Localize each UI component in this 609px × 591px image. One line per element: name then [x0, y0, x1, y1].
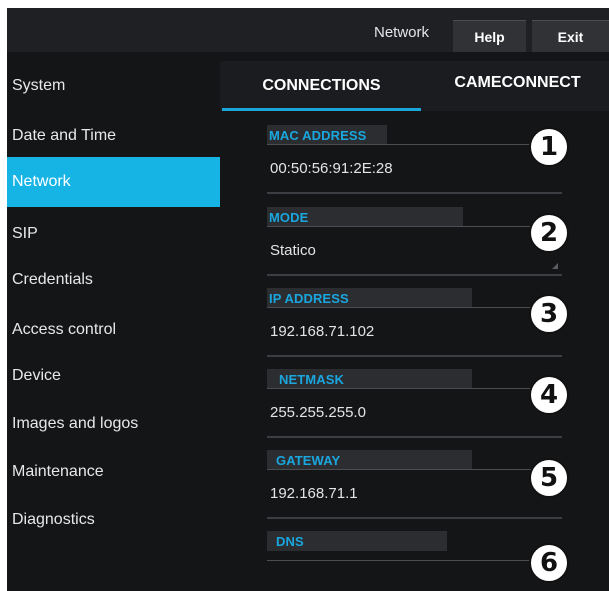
tab-label: CAMECONNECT — [454, 74, 581, 91]
divider — [267, 388, 567, 389]
mac-address-field: MAC ADDRESS 00:50:56:91:2E:28 1 — [267, 119, 569, 197]
help-button[interactable]: Help — [453, 20, 526, 52]
sidebar-item-label: Device — [12, 367, 61, 384]
sidebar-item-credentials[interactable]: Credentials — [7, 257, 220, 303]
ip-address-input[interactable]: IP ADDRESS 192.168.71.102 3 — [267, 282, 569, 360]
field-label: DNS — [276, 534, 304, 549]
divider — [267, 144, 567, 145]
sidebar-item-date-and-time[interactable]: Date and Time — [7, 113, 220, 159]
field-label: GATEWAY — [276, 453, 341, 468]
dns-input[interactable]: DNS 6 — [267, 525, 569, 591]
ip-address-value: 192.168.71.102 — [270, 323, 375, 340]
app-window: Network Help Exit System Date and Time N… — [7, 8, 609, 591]
divider — [267, 307, 567, 308]
callout-badge: 1 — [529, 127, 569, 167]
sidebar-item-label: SIP — [12, 225, 38, 242]
netmask-value: 255.255.255.0 — [270, 404, 366, 421]
divider — [267, 226, 567, 227]
tab-cameconnect[interactable]: CAMECONNECT — [426, 61, 609, 111]
sidebar-item-diagnostics[interactable]: Diagnostics — [7, 497, 220, 543]
connections-form: MAC ADDRESS 00:50:56:91:2E:28 1 MODE Sta… — [220, 111, 609, 591]
tab-label: CONNECTIONS — [262, 77, 381, 94]
divider — [267, 517, 562, 519]
divider — [267, 436, 562, 438]
sidebar-item-access-control[interactable]: Access control — [7, 307, 220, 353]
callout-badge: 4 — [529, 375, 569, 415]
dropdown-corner-icon — [552, 263, 558, 269]
sidebar-item-sip[interactable]: SIP — [7, 211, 220, 257]
netmask-input[interactable]: NETMASK 255.255.255.0 4 — [267, 363, 569, 441]
sidebar-item-label: Maintenance — [12, 463, 104, 480]
sidebar-item-label: Access control — [12, 321, 117, 338]
divider — [267, 192, 562, 194]
callout-badge: 6 — [529, 543, 569, 583]
divider — [267, 560, 567, 561]
tab-bar: CONNECTIONS CAMECONNECT — [220, 61, 609, 111]
mac-address-value: 00:50:56:91:2E:28 — [270, 160, 393, 177]
callout-badge: 2 — [529, 213, 569, 253]
sidebar: System Date and Time Network SIP Credent… — [7, 52, 220, 591]
sidebar-item-network[interactable]: Network — [7, 157, 220, 207]
sidebar-item-label: Credentials — [12, 271, 93, 288]
top-bar: Network Help Exit — [7, 8, 609, 52]
divider — [267, 469, 567, 470]
tab-connections[interactable]: CONNECTIONS — [220, 61, 423, 111]
sidebar-item-images-and-logos[interactable]: Images and logos — [7, 401, 220, 447]
divider — [267, 274, 562, 276]
exit-button[interactable]: Exit — [532, 20, 609, 52]
mode-select[interactable]: MODE Statico 2 — [267, 201, 569, 279]
sidebar-item-label: Date and Time — [12, 127, 117, 144]
field-label: MAC ADDRESS — [269, 128, 367, 143]
field-label: MODE — [269, 210, 309, 225]
sidebar-item-label: Network — [12, 173, 71, 190]
sidebar-item-label: Diagnostics — [12, 511, 95, 528]
mode-value: Statico — [270, 242, 316, 259]
sidebar-item-label: Images and logos — [12, 415, 139, 432]
gateway-value: 192.168.71.1 — [270, 485, 358, 502]
callout-badge: 3 — [529, 294, 569, 334]
page-title: Network — [374, 24, 430, 41]
field-label: NETMASK — [279, 372, 344, 387]
callout-badge: 5 — [529, 458, 569, 498]
divider — [267, 355, 562, 357]
sidebar-item-label: System — [12, 77, 66, 94]
sidebar-item-maintenance[interactable]: Maintenance — [7, 449, 220, 495]
field-label: IP ADDRESS — [269, 291, 349, 306]
sidebar-item-system[interactable]: System — [7, 63, 220, 109]
sidebar-item-device[interactable]: Device — [7, 353, 220, 399]
gateway-input[interactable]: GATEWAY 192.168.71.1 5 — [267, 444, 569, 522]
